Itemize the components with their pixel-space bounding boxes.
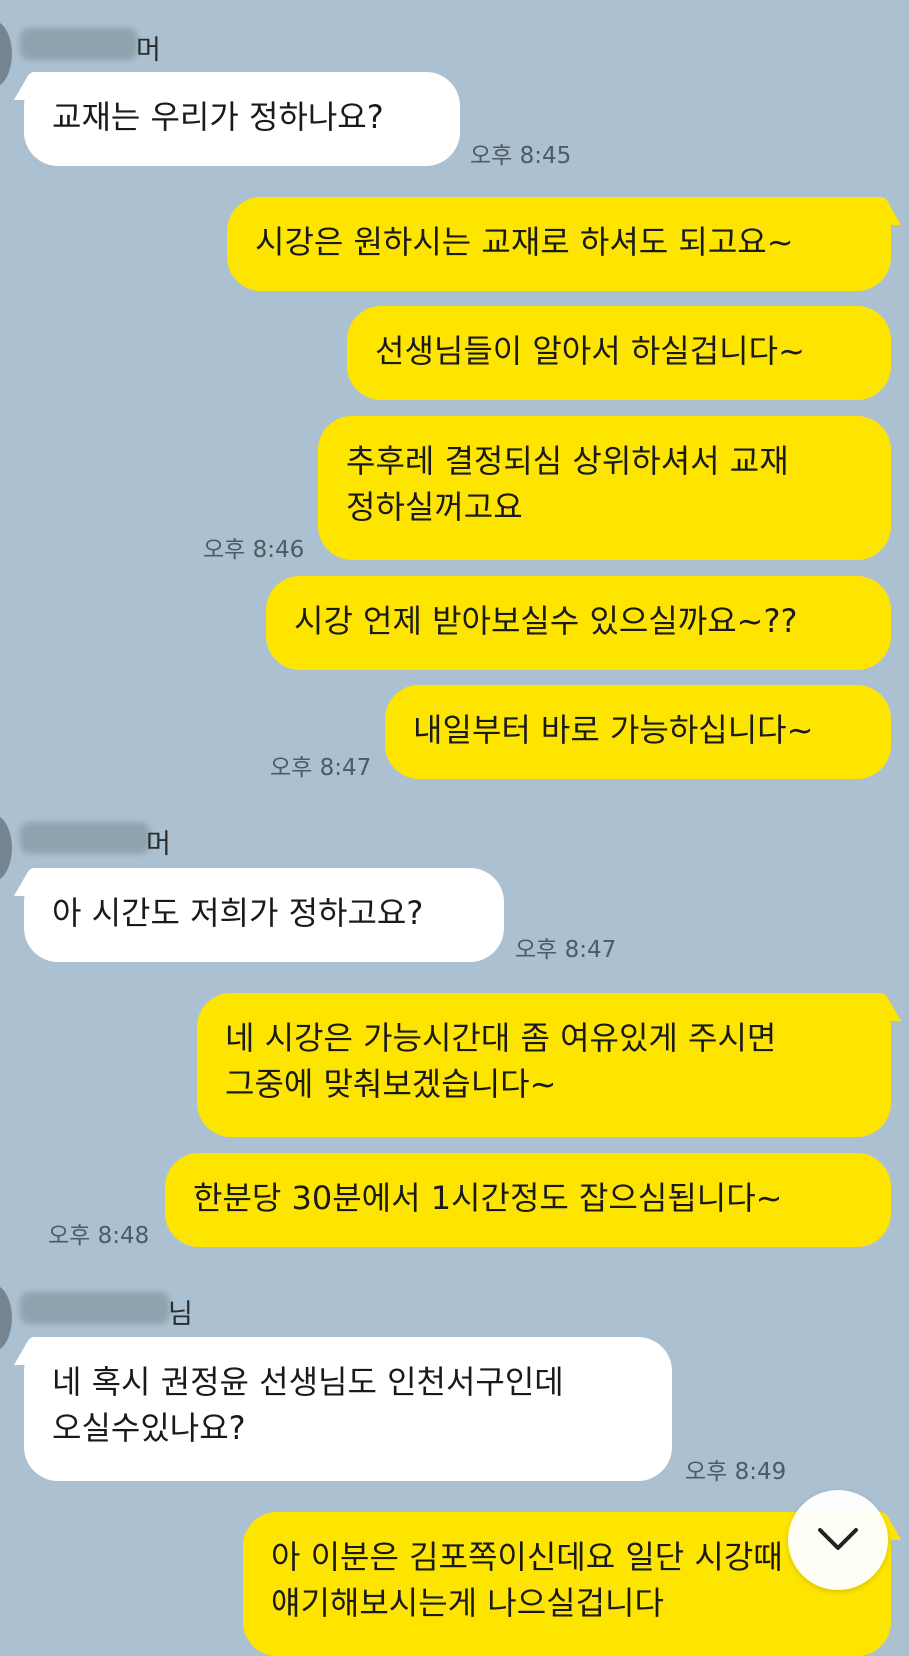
message-text: 얘기해보시는게 나으실겁니다 bbox=[271, 1584, 664, 1622]
chevron-down-icon bbox=[818, 1528, 858, 1550]
message-bubble-outgoing[interactable]: 내일부터 바로 가능하십니다~ bbox=[385, 685, 891, 779]
sender-name: 님 bbox=[168, 1299, 193, 1330]
avatar[interactable] bbox=[0, 1284, 12, 1352]
message-text: 시강은 원하시는 교재로 하셔도 되고요~ bbox=[255, 223, 794, 261]
message-time: 오후 8:47 bbox=[270, 755, 372, 781]
chat-area[interactable]: 머님 교재는 우리가 정하나요? 오후 8:45 시강은 원하시는 교재로 하셔… bbox=[0, 0, 909, 1656]
message-text: 아 시간도 저희가 정하고요? bbox=[52, 894, 424, 932]
message-text: 내일부터 바로 가능하십니다~ bbox=[413, 711, 814, 749]
message-text: 아 이분은 김포쪽이신데요 일단 시강때 bbox=[271, 1538, 783, 1576]
message-time: 오후 8:48 bbox=[48, 1223, 150, 1249]
message-time: 오후 8:47 bbox=[515, 937, 617, 963]
message-bubble-outgoing[interactable]: 네 시강은 가능시간대 좀 여유있게 주시면 그중에 맞춰보겠습니다~ bbox=[197, 993, 891, 1137]
message-text: 한분당 30분에서 1시간정도 잡으심됩니다~ bbox=[193, 1179, 783, 1217]
message-text: 교재는 우리가 정하나요? bbox=[52, 98, 384, 136]
message-bubble-incoming[interactable]: 아 시간도 저희가 정하고요? bbox=[24, 868, 504, 962]
blurred-name bbox=[20, 28, 138, 60]
message-bubble-incoming[interactable]: 네 혹시 권정윤 선생님도 인천서구인데 오실수있나요? bbox=[24, 1337, 672, 1481]
message-bubble-outgoing[interactable]: 시강 언제 받아보실수 있으실까요~?? bbox=[266, 576, 891, 670]
avatar[interactable] bbox=[0, 20, 12, 88]
blurred-name bbox=[20, 1292, 170, 1324]
message-time: 오후 8:49 bbox=[685, 1459, 787, 1485]
avatar[interactable] bbox=[0, 814, 12, 882]
message-time: 오후 8:46 bbox=[203, 537, 305, 563]
message-text: 시강 언제 받아보실수 있으실까요~?? bbox=[294, 602, 798, 640]
blurred-name bbox=[20, 822, 150, 854]
message-bubble-outgoing[interactable]: 추후레 결정되심 상위하셔서 교재 정하실꺼고요 bbox=[318, 416, 891, 560]
message-text: 네 시강은 가능시간대 좀 여유있게 주시면 bbox=[225, 1019, 777, 1057]
message-bubble-outgoing[interactable]: 한분당 30분에서 1시간정도 잡으심됩니다~ bbox=[165, 1153, 891, 1247]
message-text: 선생님들이 알아서 하실겁니다~ bbox=[375, 332, 805, 370]
message-text: 네 혹시 권정윤 선생님도 인천서구인데 bbox=[52, 1363, 564, 1401]
message-bubble-incoming[interactable]: 교재는 우리가 정하나요? bbox=[24, 72, 460, 166]
message-text: 정하실꺼고요 bbox=[346, 488, 523, 526]
message-text: 추후레 결정되심 상위하셔서 교재 bbox=[346, 442, 789, 480]
message-time: 오후 8:45 bbox=[470, 143, 572, 169]
message-text: 오실수있나요? bbox=[52, 1409, 246, 1447]
scroll-to-bottom-button[interactable] bbox=[788, 1490, 888, 1590]
message-text: 그중에 맞춰보겠습니다~ bbox=[225, 1065, 557, 1103]
message-bubble-outgoing[interactable]: 시강은 원하시는 교재로 하셔도 되고요~ bbox=[227, 197, 891, 291]
message-bubble-outgoing[interactable]: 선생님들이 알아서 하실겁니다~ bbox=[347, 306, 891, 400]
